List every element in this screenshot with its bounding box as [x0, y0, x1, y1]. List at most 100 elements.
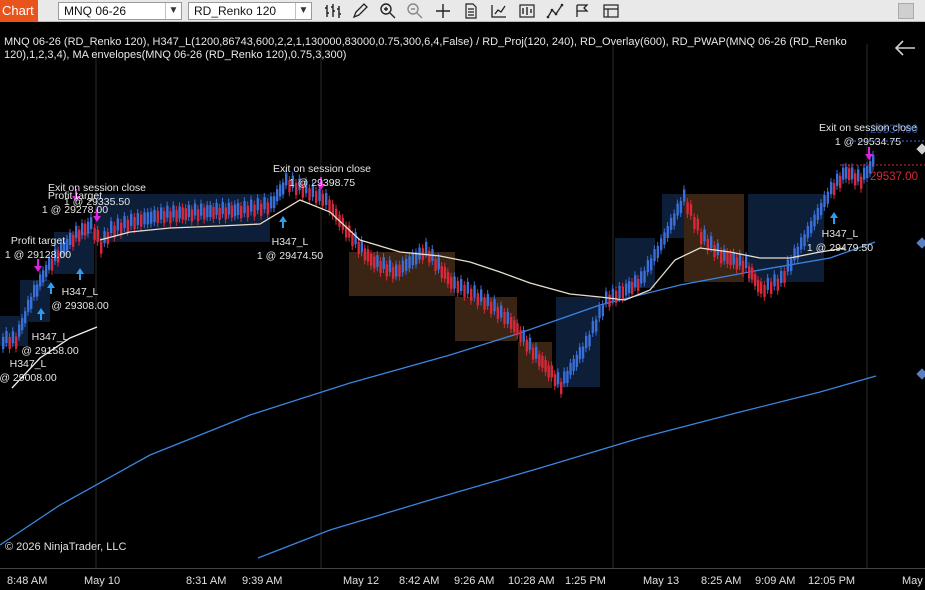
renko-bar — [486, 293, 490, 306]
trade-annotation-text: H347_L — [32, 331, 69, 343]
renko-bar — [385, 264, 389, 277]
renko-bar — [513, 320, 516, 333]
time-axis-tick: 8:48 AM — [7, 575, 48, 587]
renko-bar — [100, 241, 103, 254]
bar-type-selector[interactable]: RD_Renko 120 ▼ — [188, 2, 312, 20]
time-axis-tick: 12:05 PM — [808, 575, 856, 587]
renko-bar — [193, 203, 197, 216]
renko-bar — [103, 231, 106, 244]
order-entry-icon[interactable] — [601, 2, 621, 20]
renko-bar — [273, 196, 276, 209]
renko-bar — [440, 265, 444, 278]
chart-toolbar: Chart MNQ 06-26 ▼ RD_Renko 120 ▼ — [0, 0, 925, 22]
renko-bar — [276, 189, 279, 202]
properties-icon[interactable] — [573, 2, 593, 20]
renko-bar — [453, 276, 456, 289]
renko-bar — [666, 225, 669, 238]
crosshair-icon[interactable] — [433, 2, 453, 20]
window-button[interactable] — [898, 3, 914, 19]
instrument-selector[interactable]: MNQ 06-26 ▼ — [58, 2, 182, 20]
lower-envelope-line — [257, 375, 877, 559]
renko-bar — [90, 217, 93, 230]
price-chart[interactable]: Exit on session close1 @ 29398.75Exit on… — [0, 22, 925, 568]
renko-bar — [735, 257, 739, 270]
renko-bar — [224, 207, 228, 220]
renko-bar — [69, 232, 72, 245]
renko-bar — [243, 201, 246, 214]
renko-bar — [382, 257, 385, 270]
session-box — [748, 194, 824, 282]
chart-tab[interactable]: Chart — [0, 0, 38, 22]
renko-bar — [270, 196, 273, 209]
renko-bar — [460, 279, 463, 292]
renko-bar — [693, 217, 696, 230]
renko-bar — [206, 205, 209, 218]
renko-bar — [181, 207, 184, 220]
time-axis[interactable]: 8:48 AM May 10 8:31 AM 9:39 AM May 12 8:42 AM… — [0, 568, 925, 590]
renko-bar — [710, 236, 713, 249]
session-box — [556, 297, 600, 387]
zoom-in-icon[interactable] — [378, 2, 398, 20]
renko-bar — [631, 281, 634, 294]
renko-bar — [366, 249, 370, 262]
renko-bar — [563, 371, 566, 384]
chevron-down-icon[interactable]: ▼ — [295, 3, 311, 19]
trade-annotation-text: Exit on session close — [273, 163, 371, 175]
renko-bar — [544, 359, 547, 372]
renko-bar — [581, 346, 585, 359]
renko-bar — [196, 209, 200, 222]
renko-bar — [133, 216, 136, 229]
instrument-value: MNQ 06-26 — [64, 4, 127, 18]
renko-bar — [588, 334, 591, 347]
renko-bar — [184, 208, 188, 221]
renko-bar — [328, 199, 331, 212]
renko-bar — [793, 248, 796, 261]
renko-bar — [826, 191, 830, 204]
time-axis-tick: 8:25 AM — [701, 575, 742, 587]
renko-bar — [669, 217, 673, 230]
renko-bar — [553, 374, 557, 387]
pencil-icon[interactable] — [350, 2, 370, 20]
renko-bar — [595, 319, 598, 332]
buy-arrow-icon — [830, 212, 838, 224]
copyright-text: © 2026 NinjaTrader, LLC — [5, 541, 127, 553]
renko-bar — [282, 182, 285, 195]
renko-bar — [757, 280, 760, 293]
renko-bar — [15, 336, 18, 349]
renko-bar — [676, 203, 679, 216]
renko-bar — [591, 321, 595, 333]
renko-bar — [360, 240, 364, 253]
renko-bar — [763, 284, 766, 297]
drawing-tools-icon[interactable] — [545, 2, 565, 20]
renko-bar — [741, 260, 745, 273]
trade-annotation-text: @ 29308.00 — [51, 300, 109, 312]
renko-bar — [806, 225, 810, 238]
renko-bar — [253, 204, 256, 217]
renko-bar — [538, 354, 541, 367]
zoom-out-icon[interactable] — [405, 2, 425, 20]
data-box-icon[interactable] — [461, 2, 481, 20]
renko-bar — [351, 234, 354, 247]
bars-type-icon[interactable] — [323, 2, 343, 20]
strategies-icon[interactable] — [517, 2, 537, 20]
renko-bar — [776, 278, 780, 291]
time-axis-tick: 9:26 AM — [454, 575, 495, 587]
back-arrow-icon[interactable] — [893, 38, 917, 58]
renko-bar — [363, 248, 367, 261]
renko-bar — [754, 274, 757, 287]
chevron-down-icon[interactable]: ▼ — [165, 3, 181, 19]
renko-bar — [166, 205, 169, 218]
renko-bar — [634, 275, 637, 288]
indicators-icon[interactable] — [489, 2, 509, 20]
renko-bar — [480, 289, 483, 302]
renko-bar — [250, 199, 253, 212]
renko-bar — [325, 193, 328, 206]
indicator-label: MNQ 06-26 (RD_Renko 120), H347_L(1200,86… — [4, 36, 847, 61]
renko-bar — [428, 250, 431, 263]
renko-bar — [800, 237, 803, 250]
renko-bar — [703, 229, 706, 242]
time-axis-tick: 9:09 AM — [755, 575, 796, 587]
renko-bar — [820, 203, 823, 216]
renko-bar — [689, 203, 693, 216]
renko-bar — [233, 204, 237, 217]
